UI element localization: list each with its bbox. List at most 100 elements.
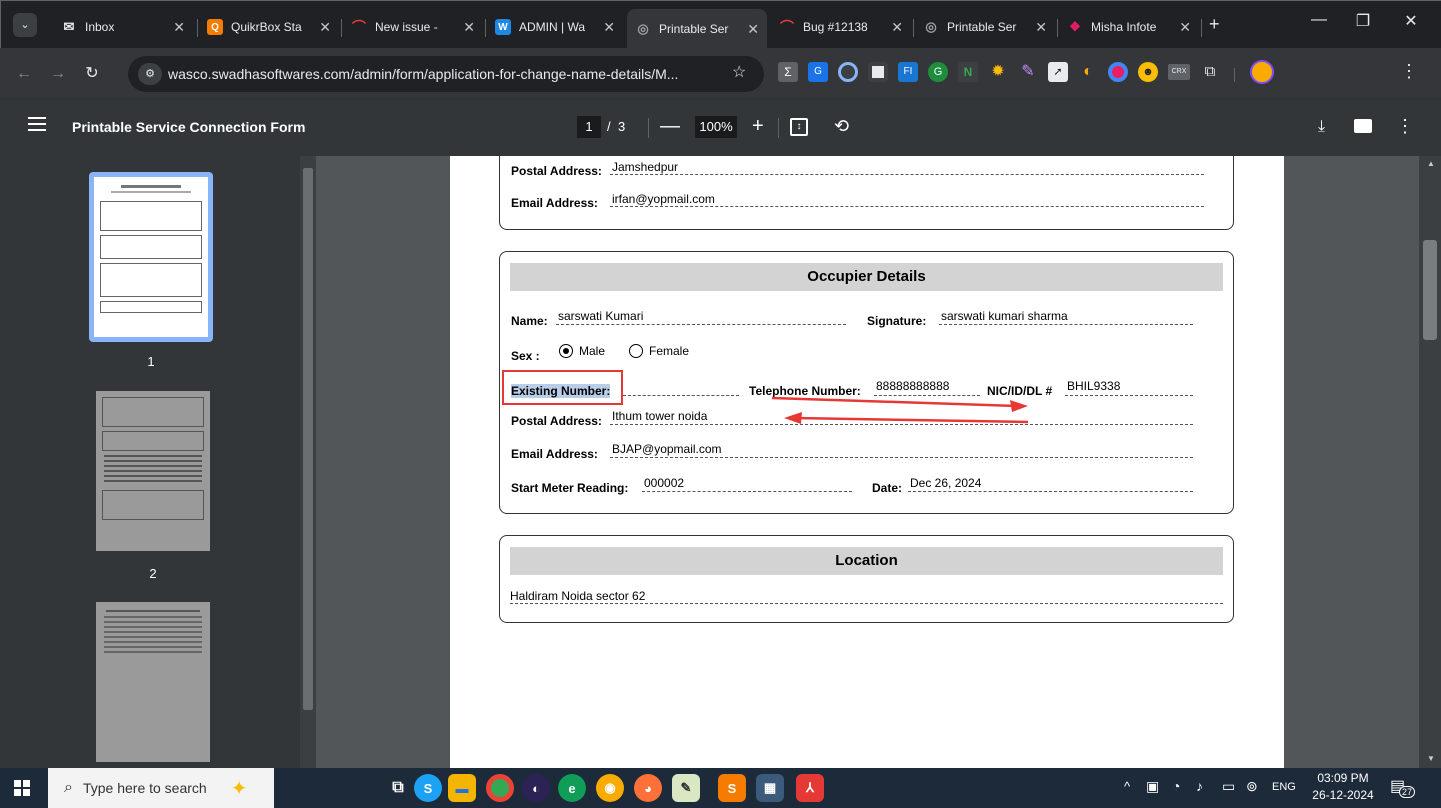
fi-extension-icon[interactable]: FI [898, 62, 918, 82]
pen-tray-icon[interactable]: ⊚ [1246, 778, 1258, 795]
eclipse-icon[interactable]: ◐ [522, 774, 550, 802]
close-icon[interactable]: ✕ [1035, 19, 1047, 36]
face-extension-icon[interactable]: ☻ [1138, 62, 1158, 82]
occupier-signature-label: Signature: [867, 314, 927, 328]
battery-icon[interactable]: ▭ [1222, 778, 1235, 795]
rotate-icon[interactable]: ⟲ [834, 114, 849, 138]
male-radio[interactable] [559, 344, 573, 358]
circle-extension-icon[interactable] [1108, 62, 1128, 82]
window-extension-icon[interactable] [868, 62, 888, 82]
female-radio[interactable] [629, 344, 643, 358]
clock-time[interactable]: 03:09 PM [1308, 771, 1378, 785]
thumbnail-page-3[interactable] [96, 602, 210, 762]
taskbar-search-box[interactable]: ⌕ Type here to search ✦ [48, 768, 274, 808]
skype-business-icon[interactable]: S [718, 774, 746, 802]
clock-date[interactable]: 26-12-2024 [1308, 788, 1378, 802]
task-view-icon[interactable]: ⧉ [384, 774, 412, 802]
thumbnail-label: 2 [149, 566, 157, 581]
color-extension-icon[interactable]: ◐ [1078, 62, 1098, 82]
tab-title: New issue - [375, 20, 438, 34]
close-icon[interactable]: ✕ [1179, 19, 1191, 36]
total-pages: 3 [618, 119, 626, 134]
close-icon[interactable]: ✕ [891, 19, 903, 36]
pdf-title: Printable Service Connection Form [72, 119, 306, 135]
close-icon[interactable]: ✕ [603, 19, 615, 36]
calculator-icon[interactable]: ▦ [756, 774, 784, 802]
back-icon[interactable]: ← [12, 62, 36, 86]
male-option-label: Male [579, 344, 606, 358]
wifi-icon[interactable]: ◔ [1172, 778, 1180, 794]
thumbnail-page-2[interactable] [96, 391, 210, 551]
profile-avatar[interactable] [1250, 60, 1274, 84]
translate-extension-icon[interactable]: G [808, 62, 828, 82]
browser-toolbar: ← → ↻ ⚙ wasco.swadhasoftwares.com/admin/… [0, 48, 1441, 100]
screen-recorder-extension-icon[interactable] [838, 62, 858, 82]
n-extension-icon[interactable]: N [958, 62, 978, 82]
tab-new-issue[interactable]: ⌒ New issue - ✕ [343, 9, 483, 45]
file-explorer-icon[interactable]: ▬ [448, 774, 476, 802]
zoom-level-input[interactable]: 100% [695, 116, 737, 138]
chrome-icon[interactable] [486, 774, 514, 802]
forward-icon[interactable]: → [46, 62, 70, 86]
skype-icon[interactable]: S [414, 774, 442, 802]
fit-page-icon[interactable]: ↕ [790, 118, 808, 136]
close-icon[interactable]: ✕ [747, 21, 759, 38]
close-window-button[interactable]: ✕ [1391, 11, 1431, 31]
hamburger-menu-icon[interactable] [28, 117, 46, 131]
notepad-icon[interactable]: ✎ [672, 774, 700, 802]
windows-start-icon[interactable] [14, 780, 30, 796]
show-hidden-icons[interactable]: ^ [1124, 779, 1130, 794]
page-number-input[interactable]: 1 [577, 116, 601, 138]
print-icon[interactable] [1354, 119, 1372, 133]
site-info-icon[interactable]: ⚙ [138, 63, 162, 85]
tab-quikrbox[interactable]: Q QuikrBox Sta ✕ [199, 9, 339, 45]
chrome-canary-icon[interactable]: ◉ [596, 774, 624, 802]
firefox-icon[interactable]: ◕ [634, 774, 662, 802]
viewer-scrollbar[interactable]: ▲ ▼ [1419, 156, 1441, 768]
admin-icon: W [495, 19, 511, 35]
grammarly-extension-icon[interactable]: G [928, 62, 948, 82]
gear-extension-icon[interactable]: ✹ [988, 62, 1008, 82]
search-placeholder: Type here to search [82, 780, 207, 796]
tray-app-icon[interactable]: ▣ [1146, 778, 1159, 795]
tab-misha[interactable]: ❖ Misha Infote ✕ [1059, 9, 1199, 45]
pdf-more-menu-icon[interactable]: ⋮ [1396, 114, 1414, 138]
crx-extension-icon[interactable]: CRX [1168, 64, 1190, 80]
notification-center-icon[interactable]: ▤ 27 [1390, 776, 1416, 800]
address-bar[interactable]: ⚙ wasco.swadhasoftwares.com/admin/form/a… [128, 56, 764, 92]
tab-search-button[interactable]: ⌄ [13, 13, 37, 37]
tab-title: Printable Ser [947, 20, 1017, 34]
volume-icon[interactable]: ♪ [1196, 778, 1203, 794]
zoom-in-button[interactable]: + [752, 114, 764, 138]
acrobat-icon[interactable]: ⅄ [796, 774, 824, 802]
edge-icon[interactable]: e [558, 774, 586, 802]
female-option-label: Female [649, 344, 690, 358]
occupier-postal-value: Ithum tower noida [612, 409, 708, 423]
pen-extension-icon[interactable]: ✎ [1018, 62, 1038, 82]
tab-printable-2[interactable]: ◎ Printable Ser ✕ [915, 9, 1055, 45]
new-tab-button[interactable]: + [1209, 15, 1220, 33]
close-icon[interactable]: ✕ [319, 19, 331, 36]
browser-menu-icon[interactable]: ⋮ [1400, 61, 1418, 81]
tab-admin[interactable]: W ADMIN | Wa ✕ [487, 9, 623, 45]
language-indicator[interactable]: ENG [1272, 781, 1296, 793]
quikrbox-icon: Q [207, 19, 223, 35]
sigma-extension-icon[interactable]: Σ [778, 62, 798, 82]
tab-bug[interactable]: ⌒ Bug #12138 ✕ [771, 9, 911, 45]
bookmark-star-icon[interactable]: ☆ [732, 65, 746, 81]
zoom-out-button[interactable]: — [660, 114, 680, 138]
date-value: Dec 26, 2024 [910, 476, 982, 490]
minimize-button[interactable]: — [1299, 11, 1339, 29]
tab-inbox[interactable]: ✉ Inbox ✕ [53, 9, 193, 45]
download-icon[interactable]: ⤓ [1318, 115, 1325, 139]
tab-printable-active[interactable]: ◎ Printable Ser ✕ [627, 9, 767, 49]
tab-title: Misha Infote [1091, 20, 1157, 34]
restore-button[interactable]: ❐ [1343, 11, 1383, 31]
close-icon[interactable]: ✕ [463, 19, 475, 36]
reload-icon[interactable]: ↻ [80, 62, 104, 86]
cursor-extension-icon[interactable]: ➚ [1048, 62, 1068, 82]
sidebar-scrollbar[interactable] [300, 156, 316, 768]
close-icon[interactable]: ✕ [173, 19, 185, 36]
thumbnail-page-1[interactable] [89, 172, 213, 342]
extensions-puzzle-icon[interactable]: ⧉ [1200, 62, 1220, 82]
